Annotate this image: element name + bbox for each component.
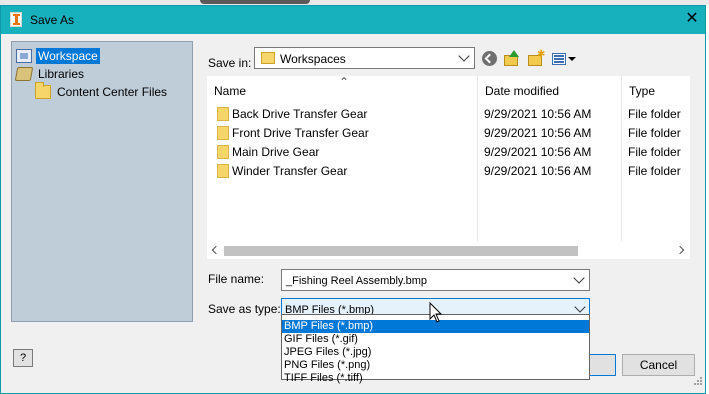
place-label: Content Center Files [57, 85, 168, 99]
file-list[interactable]: ⌃ Name Date modified Type Back Drive Tra… [206, 75, 691, 260]
mouse-pointer-icon [429, 302, 443, 323]
workspace-icon [16, 49, 32, 63]
file-type-cell: File folder [628, 126, 681, 140]
dialog-title: Save As [30, 13, 75, 27]
file-type-cell: File folder [628, 145, 681, 159]
folder-icon [217, 164, 229, 178]
chevron-down-icon [574, 301, 586, 313]
inventor-app-icon [10, 12, 22, 27]
file-name-label: File name: [208, 272, 265, 286]
file-name-value: _Fishing Reel Assembly.bmp [286, 275, 428, 287]
file-name-field[interactable]: _Fishing Reel Assembly.bmp [281, 269, 590, 291]
list-item[interactable]: Front Drive Transfer Gear 9/29/2021 10:5… [207, 123, 690, 142]
place-label: Libraries [38, 67, 85, 81]
save-as-type-label: Save as type: [208, 302, 281, 316]
folder-icon [217, 126, 229, 140]
sparkle-icon: ✱ [537, 49, 546, 60]
column-header-date-modified[interactable]: Date modified [478, 76, 621, 100]
file-name-cell: Winder Transfer Gear [232, 164, 348, 178]
close-icon[interactable]: ✕ [682, 9, 702, 29]
folder-icon [217, 145, 229, 159]
file-date-cell: 9/29/2021 10:56 AM [484, 126, 592, 140]
up-arrow-icon [509, 50, 519, 57]
file-name-cell: Main Drive Gear [232, 145, 320, 159]
file-date-cell: 9/29/2021 10:56 AM [484, 164, 592, 178]
dropdown-option-tiff[interactable]: TIFF Files (*.tiff) [282, 372, 589, 385]
file-type-cell: File folder [628, 164, 681, 178]
view-menu-button[interactable] [551, 50, 577, 67]
horizontal-scrollbar[interactable] [207, 242, 690, 259]
resize-grip-icon[interactable] [693, 376, 703, 386]
cancel-button[interactable]: Cancel [622, 354, 695, 376]
save-in-value: Workspaces [280, 52, 346, 66]
scroll-right-icon[interactable] [675, 245, 685, 255]
chevron-down-icon[interactable] [573, 272, 585, 284]
save-in-label: Save in: [208, 56, 252, 70]
save-in-dropdown[interactable]: Workspaces [254, 47, 475, 69]
places-panel: Workspace Libraries Content Center Files [11, 41, 193, 322]
new-folder-button[interactable]: ✱ [527, 50, 545, 67]
dropdown-option-png[interactable]: PNG Files (*.png) [282, 359, 589, 372]
dropdown-arrow-icon [568, 57, 576, 61]
place-label: Workspace [36, 48, 100, 64]
folder-icon [217, 107, 229, 121]
dropdown-option-jpeg[interactable]: JPEG Files (*.jpg) [282, 346, 589, 359]
chevron-down-icon [458, 50, 470, 62]
help-button[interactable]: ? [13, 349, 33, 367]
column-header-type[interactable]: Type [622, 76, 690, 100]
view-menu-icon [552, 53, 566, 65]
scroll-left-icon[interactable] [211, 245, 221, 255]
dropdown-option-gif[interactable]: GIF Files (*.gif) [282, 333, 589, 346]
libraries-icon [14, 67, 34, 81]
up-one-level-button[interactable] [503, 50, 521, 67]
file-date-cell: 9/29/2021 10:56 AM [484, 145, 592, 159]
file-name-cell: Front Drive Transfer Gear [232, 126, 369, 140]
folder-icon [35, 82, 51, 99]
folder-icon [261, 52, 275, 64]
file-name-cell: Back Drive Transfer Gear [232, 107, 368, 121]
list-item[interactable]: Main Drive Gear 9/29/2021 10:56 AM File … [207, 142, 690, 161]
save-button[interactable] [589, 354, 616, 376]
list-item[interactable]: Winder Transfer Gear 9/29/2021 10:56 AM … [207, 161, 690, 180]
file-date-cell: 9/29/2021 10:56 AM [484, 107, 592, 121]
file-type-cell: File folder [628, 107, 681, 121]
back-button[interactable] [481, 50, 499, 67]
column-header-name[interactable]: Name [207, 76, 477, 100]
title-bar[interactable]: Save As ✕ [1, 6, 705, 34]
back-icon [482, 51, 497, 66]
scrollbar-thumb[interactable] [224, 246, 578, 256]
list-item[interactable]: Back Drive Transfer Gear 9/29/2021 10:56… [207, 104, 690, 123]
background-shape [200, 0, 310, 4]
